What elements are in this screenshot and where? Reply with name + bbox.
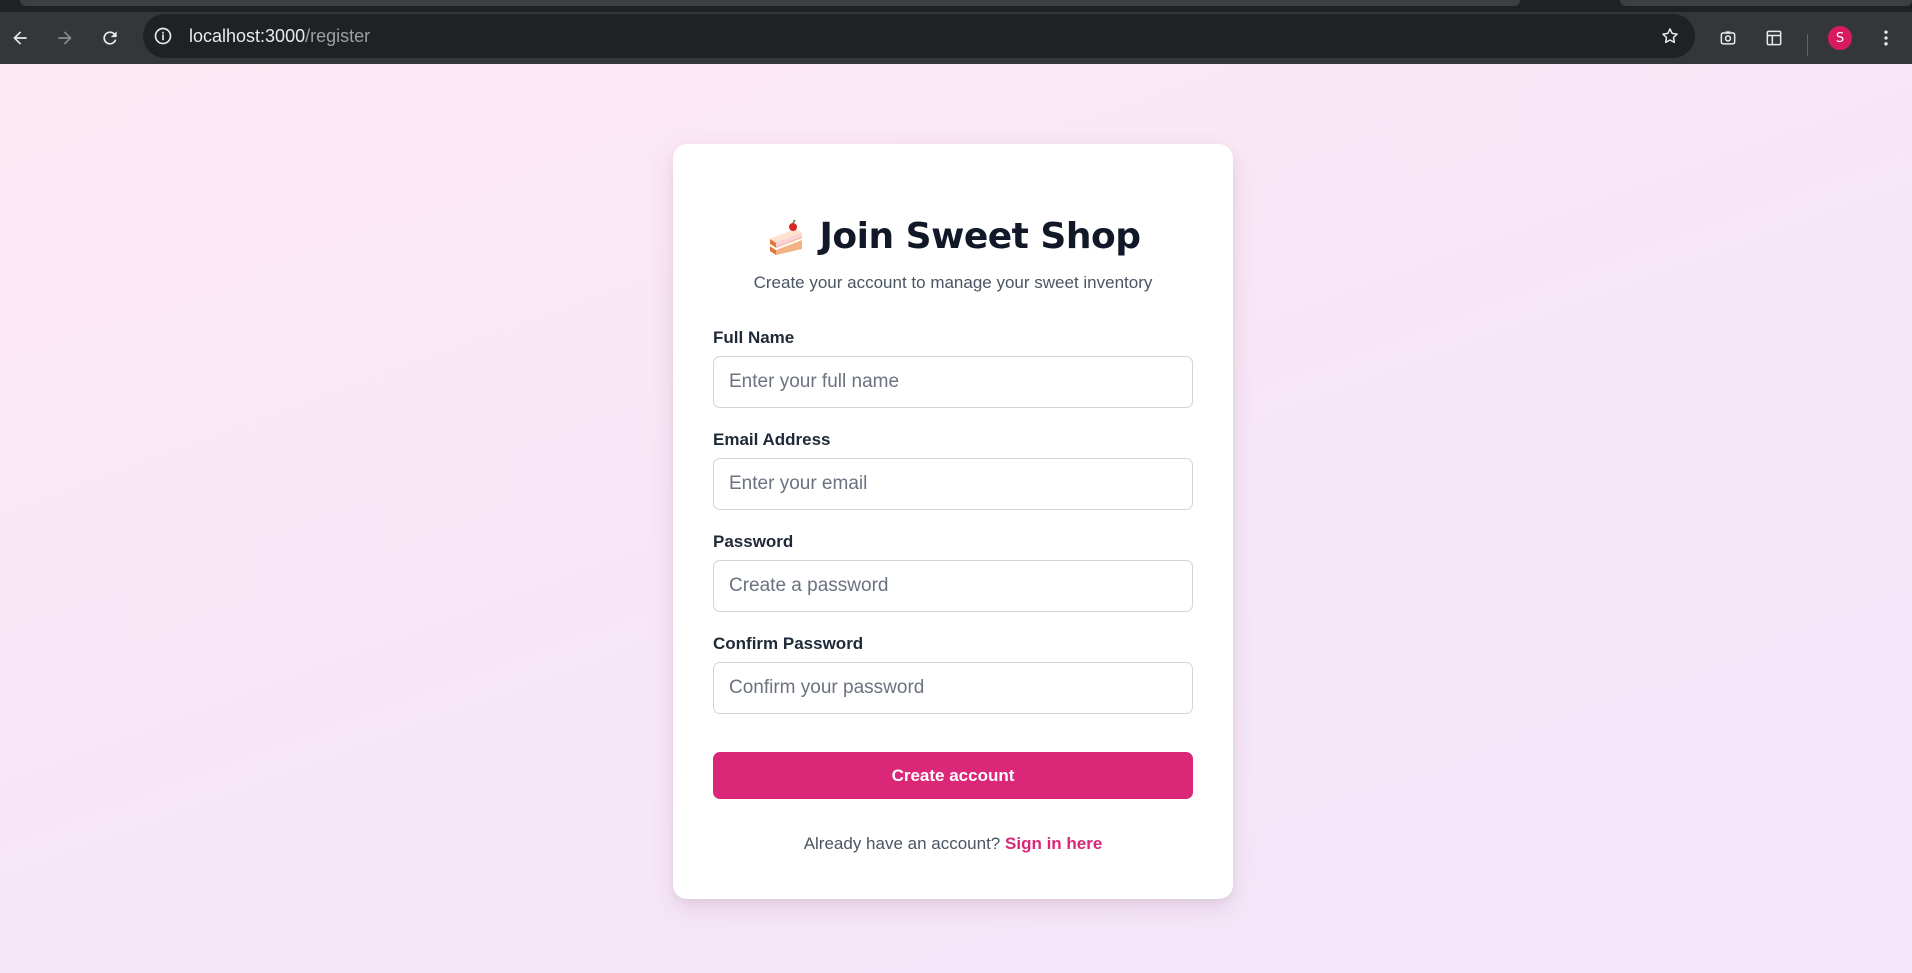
side-panel-icon bbox=[1766, 30, 1782, 46]
full-name-field[interactable] bbox=[713, 356, 1193, 408]
full-name-label: Full Name bbox=[713, 328, 795, 347]
register-card: Join Sweet Shop Create your account to m… bbox=[673, 144, 1233, 899]
capture-icon bbox=[1720, 31, 1736, 45]
info-icon[interactable] bbox=[152, 25, 174, 47]
arrow-right-icon bbox=[58, 31, 72, 45]
password-label: Password bbox=[713, 532, 794, 551]
password-field[interactable] bbox=[713, 560, 1193, 612]
back-button[interactable] bbox=[4, 22, 36, 54]
forward-button[interactable] bbox=[49, 22, 81, 54]
cake-slice-icon bbox=[768, 219, 802, 255]
toolbar-divider bbox=[1807, 34, 1808, 56]
signin-prompt-text: Already have an account? bbox=[803, 834, 1001, 853]
profile-button[interactable]: S bbox=[1824, 22, 1856, 54]
address-bar[interactable]: localhost:3000/register bbox=[143, 14, 1695, 58]
confirm-password-field[interactable] bbox=[713, 662, 1193, 714]
avatar: S bbox=[1828, 26, 1852, 50]
kebab-menu-icon bbox=[1884, 30, 1888, 46]
sign-in-link[interactable]: Sign in here bbox=[1005, 834, 1102, 853]
active-tab[interactable] bbox=[20, 0, 1520, 6]
browser-toolbar: localhost:3000/register S bbox=[0, 12, 1912, 64]
url-path: /register bbox=[305, 25, 371, 46]
url-text[interactable]: localhost:3000/register bbox=[189, 26, 370, 47]
reload-button[interactable] bbox=[94, 22, 126, 54]
email-label: Email Address bbox=[713, 430, 831, 449]
capture-button[interactable] bbox=[1712, 22, 1744, 54]
bookmark-star-icon[interactable] bbox=[1659, 25, 1681, 47]
arrow-left-icon bbox=[13, 31, 27, 45]
reload-icon bbox=[103, 31, 117, 45]
url-host: localhost:3000 bbox=[189, 25, 306, 46]
confirm-password-label: Confirm Password bbox=[713, 634, 864, 653]
side-panel-button[interactable] bbox=[1758, 22, 1790, 54]
inactive-tab[interactable] bbox=[1620, 0, 1912, 6]
subtitle: Create your account to manage your sweet… bbox=[753, 273, 1153, 292]
menu-button[interactable] bbox=[1870, 22, 1902, 54]
tab-strip bbox=[0, 0, 1912, 12]
email-field[interactable] bbox=[713, 458, 1193, 510]
signin-prompt: Already have an account? Sign in here bbox=[673, 834, 1233, 854]
page-background: Join Sweet Shop Create your account to m… bbox=[0, 64, 1912, 973]
page-title: Join Sweet Shop bbox=[673, 216, 1233, 257]
create-account-button[interactable]: Create account bbox=[713, 752, 1193, 799]
title-text: Join Sweet Shop bbox=[819, 216, 1141, 257]
